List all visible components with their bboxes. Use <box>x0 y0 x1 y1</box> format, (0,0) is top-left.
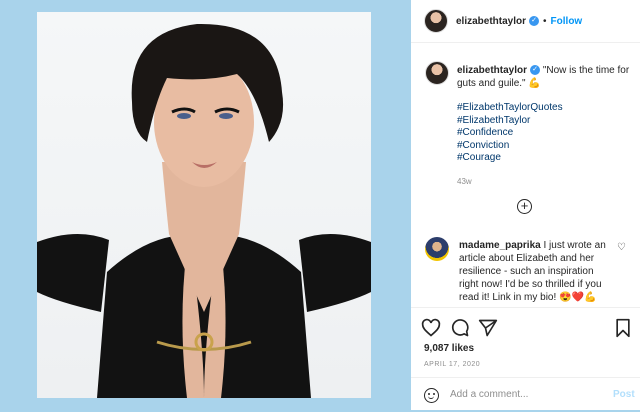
caption-username[interactable]: elizabethtaylor <box>457 65 527 76</box>
heart-icon[interactable] <box>421 318 441 338</box>
hashtag-list: #ElizabethTaylorQuotes #ElizabethTaylor … <box>457 102 632 165</box>
hashtag-link[interactable]: #Confidence <box>457 127 632 140</box>
comment-text-block: madame_paprika I just wrote an article a… <box>459 239 614 304</box>
hashtag-link[interactable]: #Courage <box>457 152 632 165</box>
post-header: elizabethtaylor ✓ • Follow <box>411 0 640 43</box>
commenter-avatar[interactable] <box>425 237 449 261</box>
avatar[interactable] <box>425 61 449 85</box>
hashtag-link[interactable]: #ElizabethTaylor <box>457 115 632 128</box>
header-username[interactable]: elizabethtaylor <box>456 16 526 27</box>
comment-username[interactable]: madame_paprika <box>459 240 541 251</box>
verified-badge-icon: ✓ <box>529 16 540 26</box>
likes-count[interactable]: 9,087 likes <box>424 343 474 354</box>
post-photo[interactable] <box>37 12 371 398</box>
bookmark-icon[interactable] <box>613 318 633 338</box>
avatar[interactable] <box>424 9 448 33</box>
caption-text-block: elizabethtaylor ✓ "Now is the time for gu… <box>457 64 632 90</box>
comment-like-icon[interactable]: ♡ <box>617 241 626 254</box>
share-icon[interactable] <box>478 318 498 338</box>
load-more-comments-icon[interactable]: + <box>517 199 532 214</box>
follow-button[interactable]: Follow <box>551 16 583 27</box>
comment-input[interactable] <box>450 389 600 400</box>
post-date: APRIL 17, 2020 <box>424 361 481 368</box>
action-icons <box>421 318 631 340</box>
verified-badge-icon: ✓ <box>530 65 541 76</box>
separator: • <box>543 15 547 27</box>
post-actions: 9,087 likes APRIL 17, 2020 Post <box>411 307 640 411</box>
hashtag-link[interactable]: #Conviction <box>457 140 632 153</box>
portrait-illustration <box>37 23 371 398</box>
post-side-panel: elizabethtaylor ✓ • Follow elizabethtayl… <box>411 0 640 410</box>
hashtag-link[interactable]: #ElizabethTaylorQuotes <box>457 102 632 115</box>
post-button[interactable]: Post <box>613 389 635 400</box>
caption-timestamp[interactable]: 43w <box>457 175 472 188</box>
emoji-icon[interactable] <box>424 388 439 403</box>
post-image-area <box>0 0 411 410</box>
comment-icon[interactable] <box>450 318 470 338</box>
add-comment-bar: Post <box>411 377 640 412</box>
